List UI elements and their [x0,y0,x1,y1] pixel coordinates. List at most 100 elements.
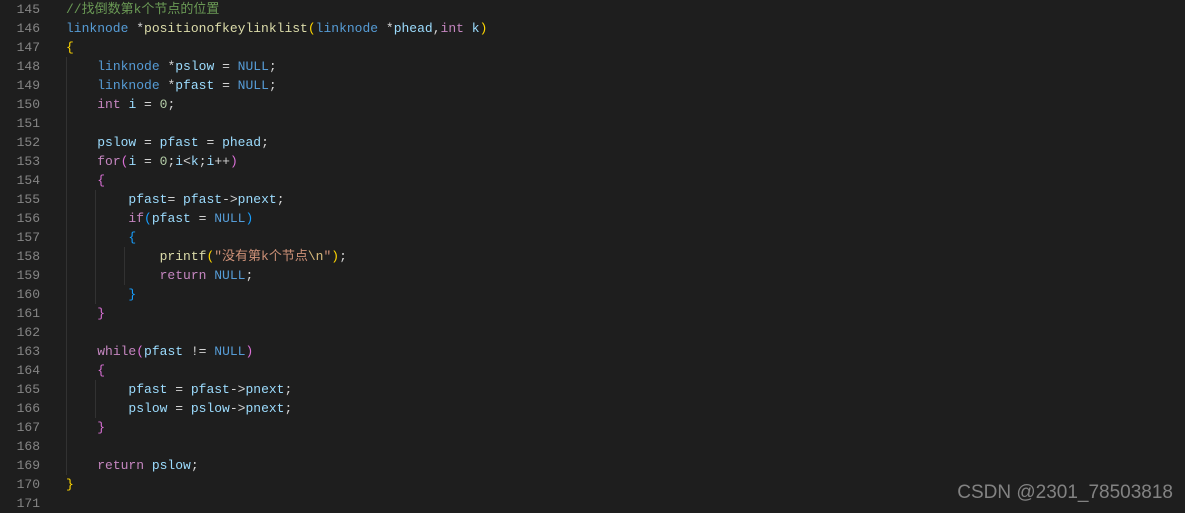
line-number: 145 [0,0,40,19]
code-line[interactable]: pfast = pfast->pnext; [66,380,1185,399]
code-line[interactable]: { [66,171,1185,190]
code-line[interactable]: { [66,38,1185,57]
code-token: ) [480,21,488,36]
indent-guide [66,247,67,266]
indent-guide [66,266,67,285]
code-token [66,192,128,207]
code-token: NULL [238,59,269,74]
code-line[interactable] [66,494,1185,513]
code-token: ) [246,344,254,359]
code-token: linknode [66,21,136,36]
code-line[interactable]: //找倒数第k个节点的位置 [66,0,1185,19]
code-token: } [66,477,74,492]
code-token: //找倒数第k个节点的位置 [66,2,219,17]
indent-guide [66,171,67,190]
code-token: int [441,21,472,36]
code-token: pslow [152,458,191,473]
code-token [66,420,97,435]
code-line[interactable]: if(pfast = NULL) [66,209,1185,228]
line-number-gutter: 1451461471481491501511521531541551561571… [0,0,50,510]
code-line[interactable]: { [66,228,1185,247]
code-line[interactable]: } [66,418,1185,437]
code-token: NULL [214,211,245,226]
code-line[interactable]: pfast= pfast->pnext; [66,190,1185,209]
indent-guide [124,247,125,266]
code-token: { [97,363,105,378]
line-number: 160 [0,285,40,304]
code-token: NULL [214,268,245,283]
code-line[interactable]: printf("没有第k个节点\n"); [66,247,1185,266]
line-number: 164 [0,361,40,380]
code-token: NULL [238,78,269,93]
code-token: = [136,135,159,150]
line-number: 169 [0,456,40,475]
code-token [66,382,128,397]
code-line[interactable]: } [66,475,1185,494]
code-token: = [167,192,183,207]
code-line[interactable]: pslow = pslow->pnext; [66,399,1185,418]
indent-guide [95,380,96,399]
code-token [66,154,97,169]
code-token: ; [284,401,292,416]
code-token: pnext [245,382,284,397]
indent-guide [95,228,96,247]
code-token: i [175,154,183,169]
code-token: = [167,401,190,416]
code-token: ++ [214,154,230,169]
code-token: linknode [97,78,167,93]
code-line[interactable]: linknode *pslow = NULL; [66,57,1185,76]
line-number: 155 [0,190,40,209]
code-token: k [472,21,480,36]
code-line[interactable] [66,114,1185,133]
code-token: -> [230,382,246,397]
code-token: * [136,21,144,36]
code-token [66,230,128,245]
line-number: 156 [0,209,40,228]
code-token: { [97,173,105,188]
code-token: "没有第k个节点 [214,249,308,264]
code-token: ; [261,135,269,150]
code-token: ; [269,59,277,74]
code-token [66,268,160,283]
line-number: 166 [0,399,40,418]
code-token: = [191,211,214,226]
code-line[interactable] [66,323,1185,342]
code-line[interactable]: } [66,304,1185,323]
code-token: NULL [214,344,245,359]
code-token: for [97,154,120,169]
code-line[interactable]: for(i = 0;i<k;i++) [66,152,1185,171]
code-token: pfast [160,135,199,150]
code-token: } [97,306,105,321]
code-line[interactable]: linknode *pfast = NULL; [66,76,1185,95]
code-token [66,401,128,416]
code-token: pfast [175,78,214,93]
code-token: ; [199,154,207,169]
code-token: = [214,59,237,74]
code-token: ; [191,458,199,473]
code-line[interactable]: { [66,361,1185,380]
code-line[interactable]: int i = 0; [66,95,1185,114]
indent-guide [95,266,96,285]
code-token [66,211,128,226]
code-line[interactable]: while(pfast != NULL) [66,342,1185,361]
code-line[interactable]: linknode *positionofkeylinklist(linknode… [66,19,1185,38]
indent-guide [66,209,67,228]
code-token: ; [277,192,285,207]
code-editor[interactable]: 1451461471481491501511521531541551561571… [0,0,1185,510]
code-token [66,306,97,321]
line-number: 151 [0,114,40,133]
code-token: linknode [97,59,167,74]
code-line[interactable]: return NULL; [66,266,1185,285]
code-token: -> [222,192,238,207]
code-token [66,287,128,302]
code-area[interactable]: //找倒数第k个节点的位置linknode *positionofkeylink… [50,0,1185,510]
code-token: ( [136,344,144,359]
code-line[interactable] [66,437,1185,456]
code-line[interactable]: return pslow; [66,456,1185,475]
code-token: ( [308,21,316,36]
code-token: { [66,40,74,55]
code-token: != [183,344,214,359]
code-line[interactable]: pslow = pfast = phead; [66,133,1185,152]
line-number: 161 [0,304,40,323]
code-line[interactable]: } [66,285,1185,304]
